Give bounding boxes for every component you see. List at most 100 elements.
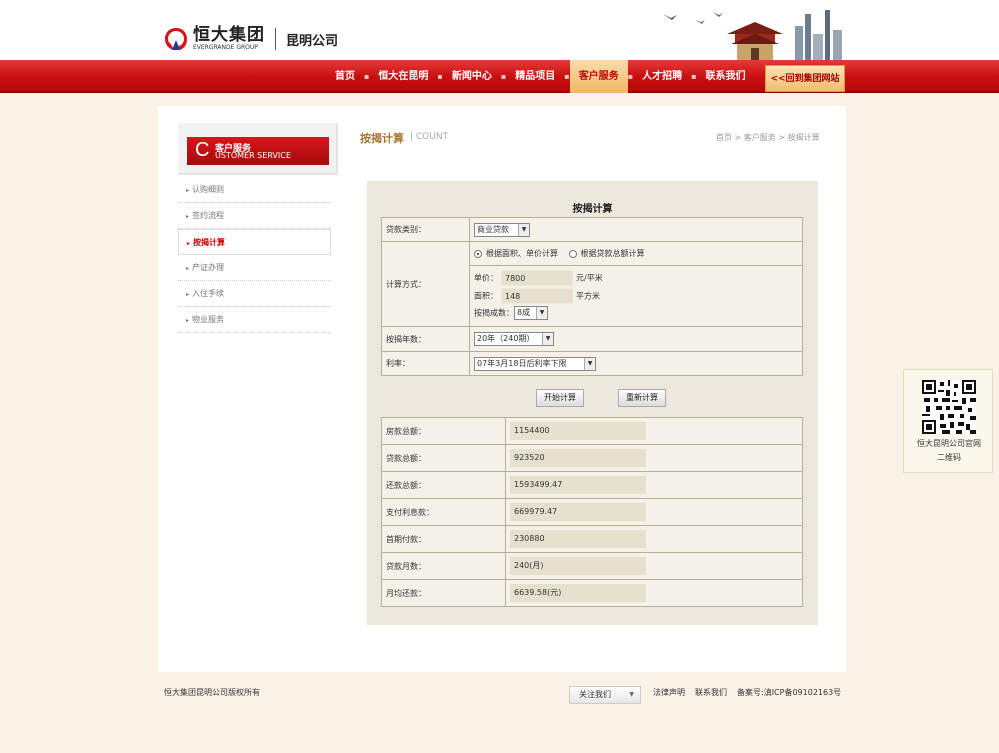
bullet-icon: ▸ [187, 240, 191, 247]
sidebar-item-property-service[interactable]: ▸ 物业服务 [178, 307, 331, 333]
area-unit: 平方米 [576, 291, 600, 301]
chevron-down-icon: ▼ [518, 223, 529, 236]
footer-legal-link[interactable]: 法律声明 [653, 687, 685, 698]
area-input[interactable]: 148 [501, 288, 573, 304]
unit-price-unit: 元/平米 [576, 273, 603, 283]
main-navigation: 首页 ▪ 恒大在昆明 ▪ 新闻中心 ▪ 精品项目 ▪ 客户服务 ▪ 人才招聘 ▪… [0, 60, 999, 93]
logo-divider [275, 28, 276, 50]
logo-name-en: EVERGRANDE GROUP [193, 44, 258, 51]
sidebar-title-initial: C [195, 139, 210, 161]
sidebar-item-move-in[interactable]: ▸ 入住手续 [178, 281, 331, 307]
breadcrumb: 首页 > 客户服务 > 按揭计算 [716, 133, 820, 142]
nav-item-customer-service[interactable]: 客户服务 [569, 60, 628, 93]
chevron-down-icon: ▼ [536, 307, 547, 319]
chevron-down-icon: ▼ [629, 691, 634, 698]
calculator-form: 贷款类别： 商业贷款 ▼ 计算方式： 根据面积、单价计算 根据贷款总额计算 单价… [381, 217, 803, 376]
results-table: 房款总额： 1154400 贷款总额： 923520 还款总额： 1593499.47… [381, 417, 803, 607]
unit-price-input[interactable]: 7800 [501, 270, 573, 286]
result-interest: 669979.47 [510, 503, 646, 521]
qr-caption: 恒大昆明公司官网 二维码 [904, 437, 994, 465]
ratio-label: 按揭成数： [474, 308, 514, 318]
top-header: 恒大集团 EVERGRANDE GROUP 昆明公司 [0, 0, 999, 60]
result-label: 房款总额： [381, 417, 506, 445]
method-radio-area-price[interactable] [474, 249, 482, 258]
loan-type-select[interactable]: 商业贷款 ▼ [474, 222, 530, 237]
sidebar-item-certificate[interactable]: ▸ 产证办理 [178, 255, 331, 281]
result-label: 贷款总额： [381, 444, 506, 472]
method-option-area-price-label: 根据面积、单价计算 [486, 249, 558, 258]
footer-copyright: 恒大集团昆明公司版权所有 [164, 688, 260, 697]
main-content: C 客户服务 USTOMER SERVICE ▸ 认购细则 ▸ 签约流程 ▸ 按揭计算… [158, 106, 846, 672]
logo-name-cn: 恒大集团 [193, 25, 265, 45]
sidebar-item-purchase-rules[interactable]: ▸ 认购细则 [178, 177, 331, 203]
sidebar-item-label: 按揭计算 [193, 238, 226, 247]
result-loan-total: 923520 [510, 449, 646, 467]
qr-code-icon [922, 380, 976, 434]
years-value: 20年（240期） [477, 334, 535, 343]
sidebar-menu: ▸ 认购细则 ▸ 签约流程 ▸ 按揭计算 ▸ 产证办理 ▸ 入住手续 ▸ 物业服务 [178, 177, 331, 333]
method-label: 计算方式： [381, 241, 470, 327]
nav-item-recruitment[interactable]: 人才招聘 [633, 60, 691, 93]
table-row: 贷款月数： 240(月) [381, 552, 803, 580]
footer-links: 法律声明 联系我们 备案号:滇ICP备09102163号 [653, 687, 841, 698]
bullet-icon: ▸ [186, 213, 190, 220]
sidebar-item-label: 入住手续 [192, 289, 225, 298]
table-row: 支付利息款： 669979.47 [381, 498, 803, 526]
start-calculation-button[interactable]: 开始计算 [536, 389, 584, 407]
company-city: 昆明公司 [286, 33, 339, 49]
result-label: 支付利息款： [381, 498, 506, 526]
ratio-select[interactable]: 8成 ▼ [514, 306, 548, 320]
table-row: 房款总额： 1154400 [381, 417, 803, 445]
nav-item-kunming[interactable]: 恒大在昆明 [369, 60, 437, 93]
years-label: 按揭年数： [381, 326, 470, 352]
bullet-icon: ▸ [186, 265, 190, 272]
loan-type-value: 商业贷款 [477, 224, 509, 234]
back-to-group-button[interactable]: <<回到集团网站 [765, 65, 845, 92]
nav-item-contact[interactable]: 联系我们 [697, 60, 755, 93]
footer-contact-link[interactable]: 联系我们 [695, 687, 727, 698]
follow-us-label: 关注我们 [579, 690, 611, 699]
page-title-en: | COUNT [410, 132, 449, 142]
follow-us-dropdown[interactable]: 关注我们 ▼ [569, 686, 641, 704]
sidebar-item-label: 签约流程 [192, 211, 225, 220]
years-select[interactable]: 20年（240期） ▼ [474, 332, 554, 346]
qr-caption-line: 二维码 [937, 453, 961, 462]
calculator-title: 按揭计算 [572, 204, 613, 215]
result-down-payment: 230880 [510, 530, 646, 548]
table-row: 月均还款： 6639.58(元) [381, 579, 803, 607]
result-label: 月均还款： [381, 579, 506, 607]
qr-caption-line: 恒大昆明公司官网 [917, 439, 981, 448]
nav-item-home[interactable]: 首页 [326, 60, 364, 93]
result-label: 贷款月数： [381, 552, 506, 580]
reset-calculation-button[interactable]: 重新计算 [618, 389, 666, 407]
unit-price-label: 单价： [474, 273, 498, 283]
rate-select[interactable]: 07年3月18日后利率下限 ▼ [474, 356, 596, 371]
logo[interactable]: 恒大集团 EVERGRANDE GROUP 昆明公司 [163, 26, 338, 52]
bullet-icon: ▸ [186, 317, 190, 324]
table-row: 贷款总额： 923520 [381, 444, 803, 472]
sidebar-item-label: 认购细则 [192, 185, 225, 194]
qr-code-panel: 恒大昆明公司官网 二维码 [903, 369, 993, 473]
area-label: 面积： [474, 291, 498, 301]
footer-icp: 备案号:滇ICP备09102163号 [737, 688, 842, 697]
nav-item-news[interactable]: 新闻中心 [443, 60, 501, 93]
bullet-icon: ▸ [186, 291, 190, 298]
result-label: 还款总额： [381, 471, 506, 499]
ratio-value: 8成 [517, 308, 531, 317]
sidebar-header: C 客户服务 USTOMER SERVICE [178, 123, 338, 175]
nav-item-projects[interactable]: 精品项目 [506, 60, 564, 93]
method-option-loan-total-label: 根据贷款总额计算 [580, 249, 645, 258]
result-months: 240(月) [510, 557, 646, 575]
sidebar-item-signing-process[interactable]: ▸ 签约流程 [178, 203, 331, 229]
sidebar-item-mortgage-calc[interactable]: ▸ 按揭计算 [178, 229, 331, 255]
sidebar-item-label: 产证办理 [192, 263, 225, 272]
sidebar-title-badge: C 客户服务 USTOMER SERVICE [187, 137, 329, 165]
rate-label: 利率： [381, 351, 470, 376]
city-skyline-illustration [663, 10, 842, 60]
chevron-down-icon: ▼ [542, 333, 553, 345]
sidebar-item-label: 物业服务 [192, 315, 225, 324]
chevron-down-icon: ▼ [584, 357, 595, 370]
method-radio-loan-total[interactable] [568, 249, 577, 258]
result-house-total: 1154400 [510, 422, 646, 440]
evergrande-logo-icon [163, 26, 189, 52]
